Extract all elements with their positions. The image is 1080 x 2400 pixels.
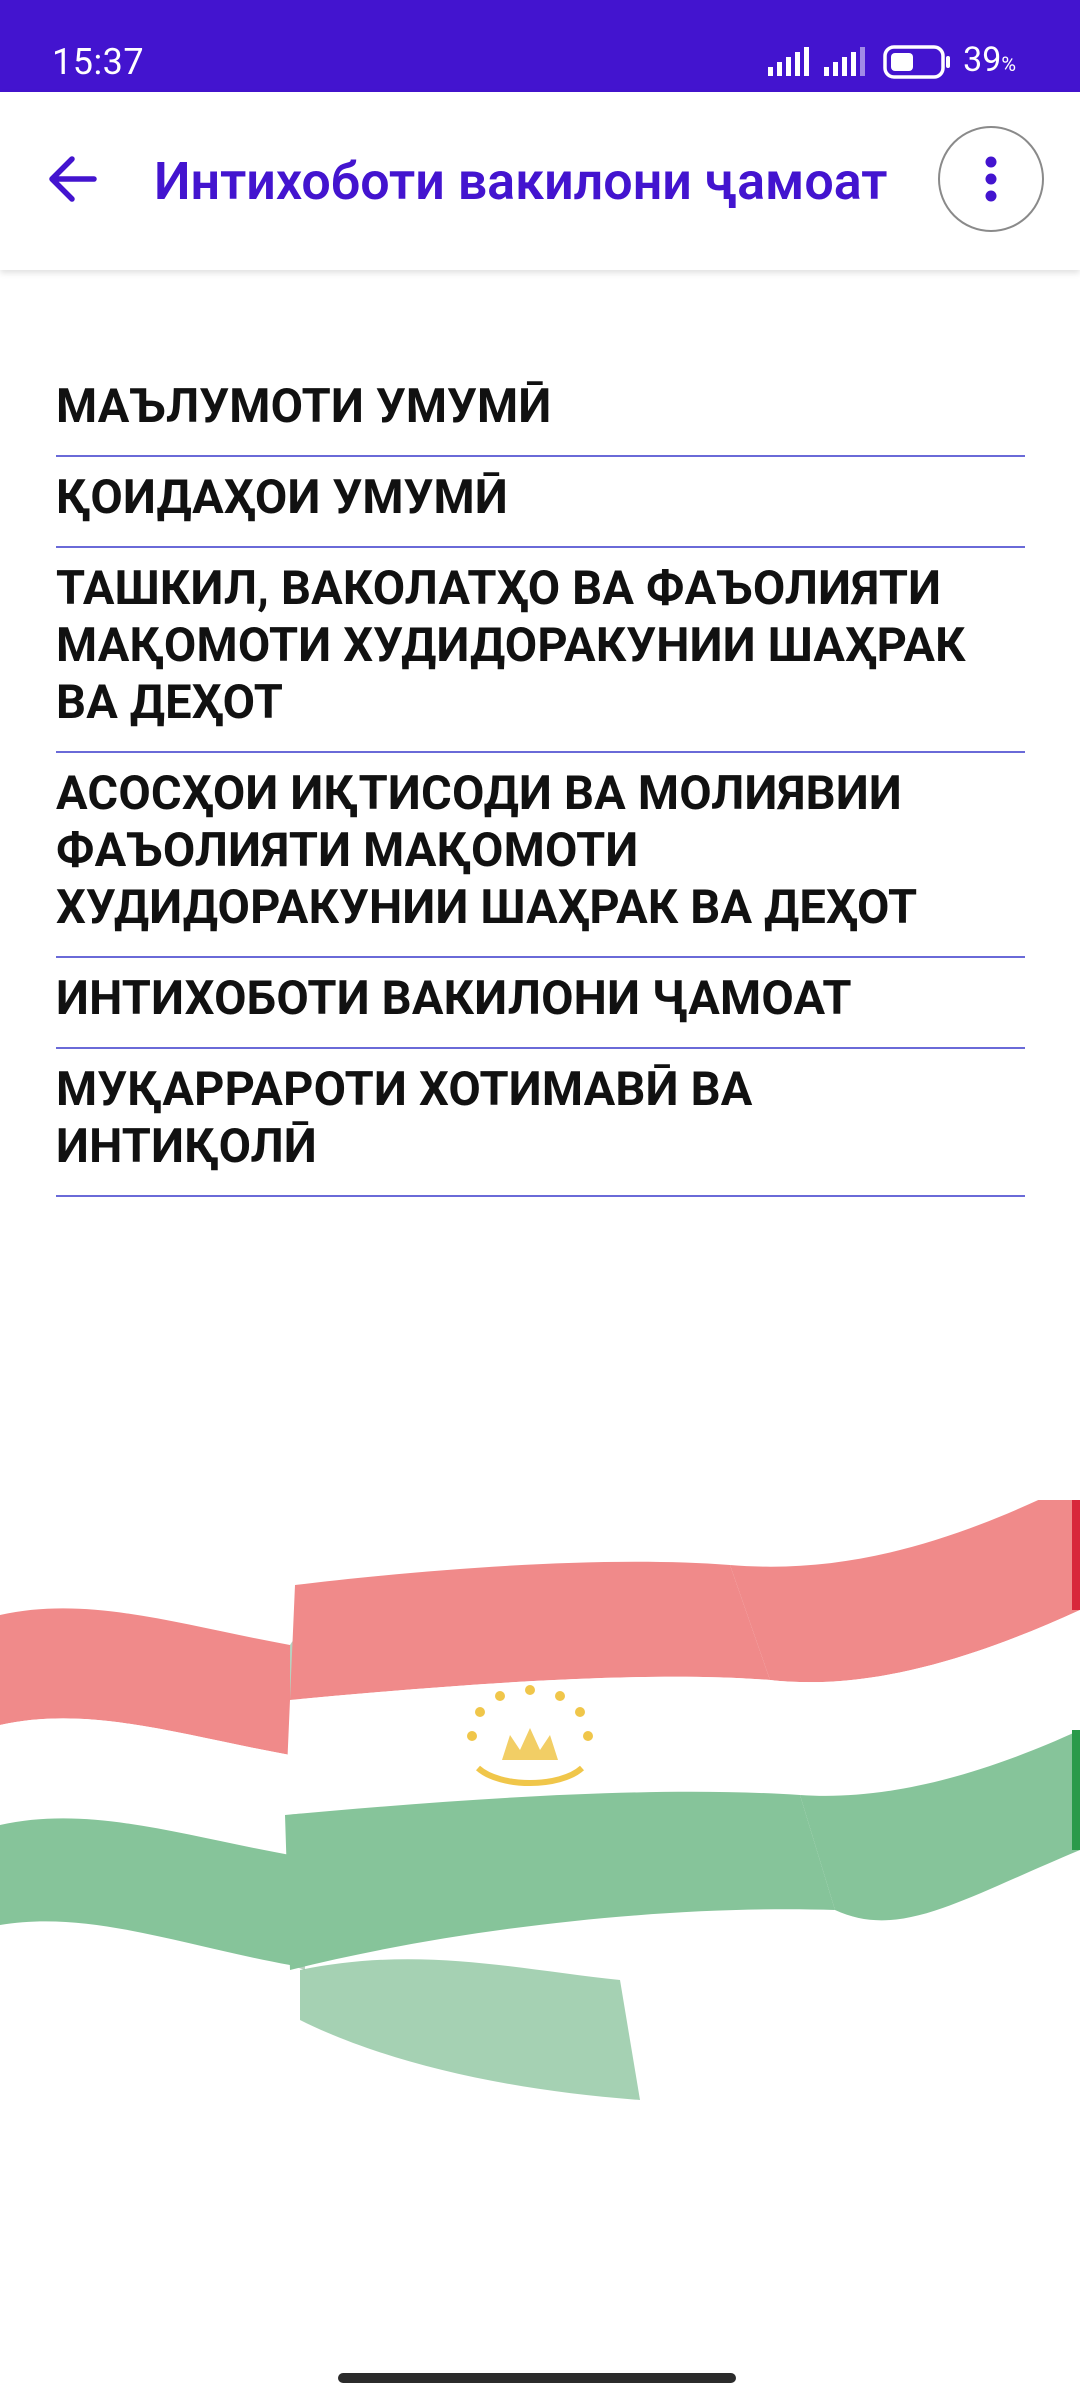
list-item[interactable]: МАЪЛУМОТИ УМУМӢ: [56, 368, 1025, 457]
tajikistan-flag-image: [0, 1480, 1080, 2100]
app-bar: Интихоботи вакилони ҷамоат: [0, 92, 1080, 270]
cellular-signal-2-icon: [824, 47, 866, 76]
list-item[interactable]: МУҚАРРАРОТИ ХОТИМАВӢ ВА ИНТИҚОЛӢ: [56, 1049, 1025, 1197]
chapter-list: МАЪЛУМОТИ УМУМӢ ҚОИДАҲОИ УМУМӢ ТАШКИЛ, В…: [56, 368, 1025, 1197]
status-bar: 15:37 39%: [0, 0, 1080, 92]
cellular-signal-icon: [768, 47, 810, 76]
battery-icon: [883, 45, 951, 79]
overflow-menu-button[interactable]: [938, 126, 1044, 232]
status-icons: 39%: [767, 40, 1016, 84]
page-title: Интихоботи вакилони ҷамоат: [154, 151, 888, 212]
more-vert-icon: [985, 156, 997, 202]
status-time: 15:37: [52, 41, 145, 83]
arrow-left-icon: [49, 156, 97, 202]
battery-percentage: 39%: [963, 40, 1016, 80]
gesture-navigation-bar[interactable]: [338, 2373, 736, 2383]
list-item[interactable]: ҚОИДАҲОИ УМУМӢ: [56, 457, 1025, 548]
list-item[interactable]: ИНТИХОБОТИ ВАКИЛОНИ ҶАМОАТ: [56, 958, 1025, 1049]
list-item[interactable]: АСОСҲОИ ИҚТИСОДИ ВА МОЛИЯВИИ ФАЪОЛИЯТИ М…: [56, 753, 1025, 958]
back-button[interactable]: [38, 144, 108, 214]
list-item[interactable]: ТАШКИЛ, ВАКОЛАТҲО ВА ФАЪОЛИЯТИ МАҚОМОТИ …: [56, 548, 1025, 753]
flag-banner: [0, 1480, 1080, 2100]
